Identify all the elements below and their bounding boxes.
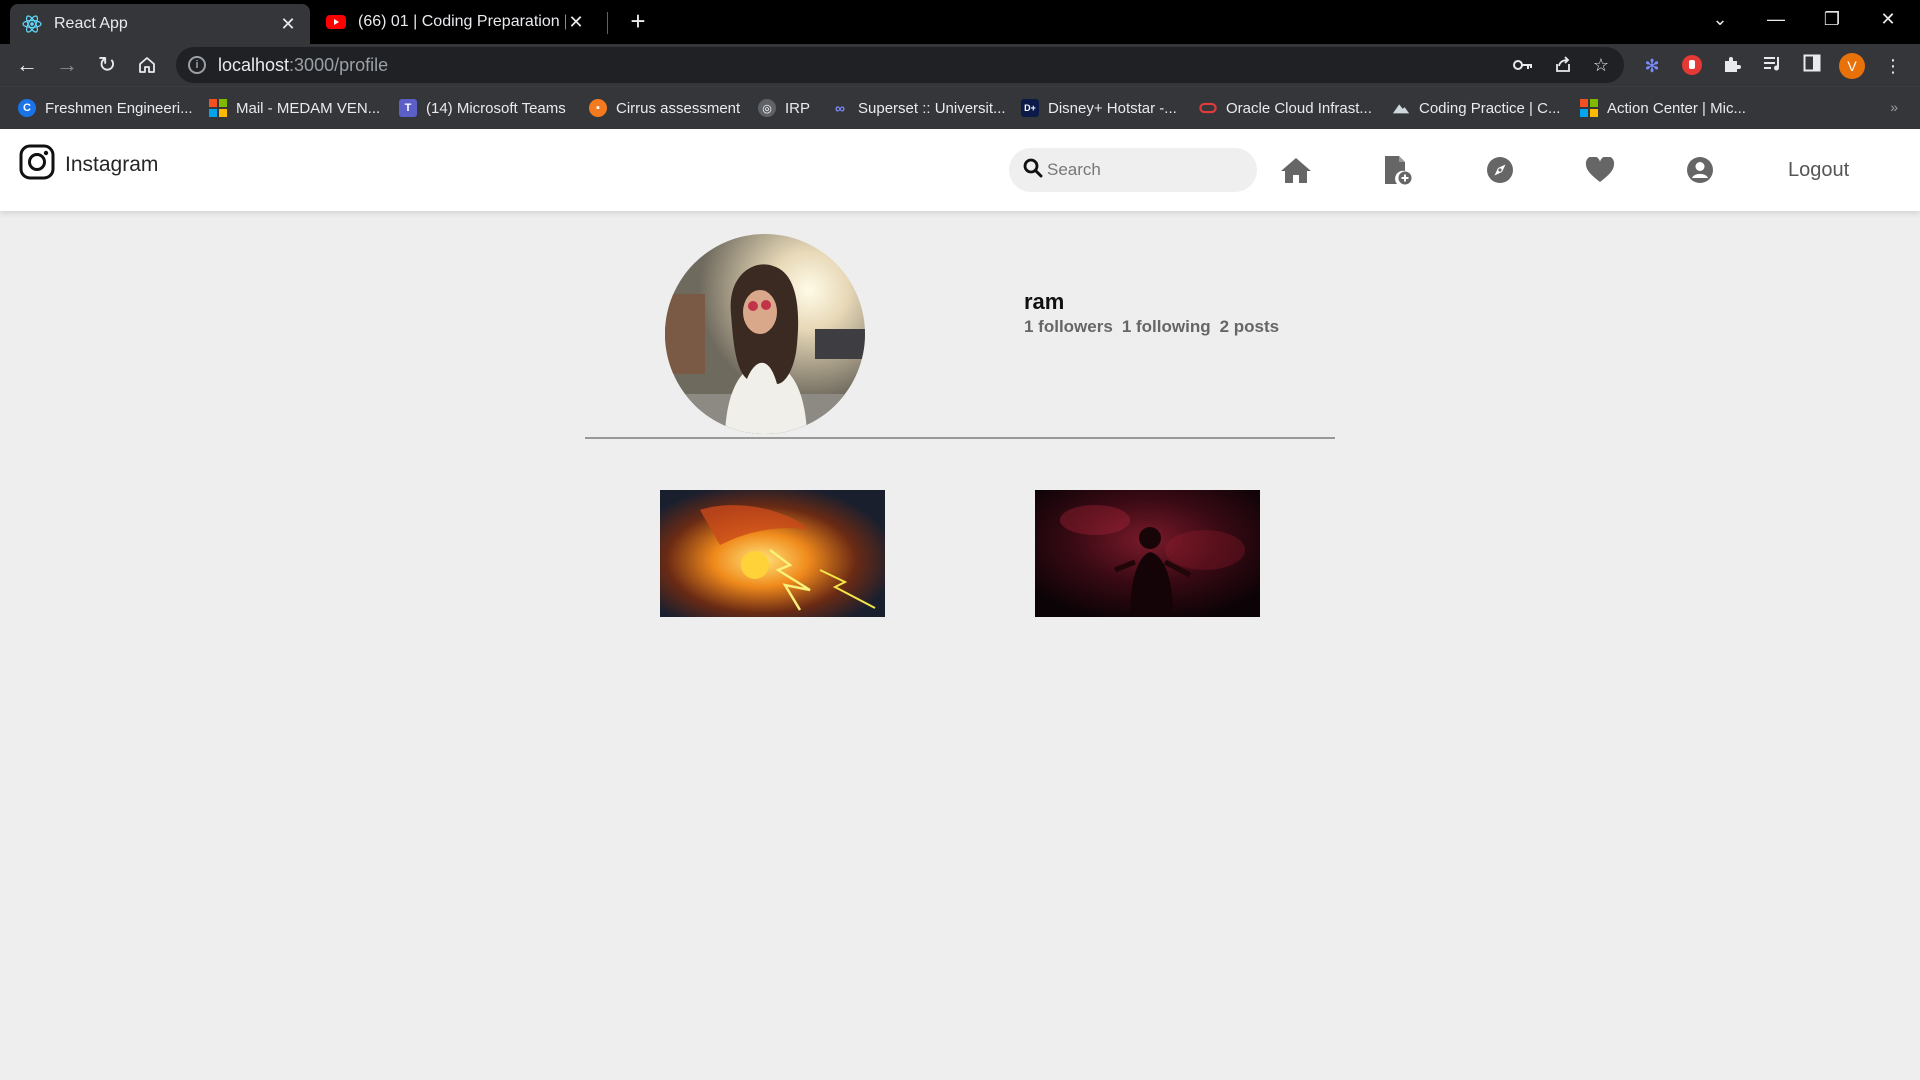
post-thumbnail-1[interactable] — [660, 490, 885, 617]
hotstar-icon: D+ — [1021, 99, 1039, 117]
extensions-puzzle-icon[interactable] — [1720, 54, 1744, 78]
bookmark-item[interactable]: ∞ Superset :: Universit... — [831, 97, 1006, 119]
oracle-icon — [1199, 99, 1217, 117]
bookmark-item[interactable]: C Freshmen Engineeri... — [18, 97, 193, 119]
superset-icon: ∞ — [835, 100, 845, 116]
irp-icon: ◎ — [758, 99, 776, 117]
password-key-icon[interactable] — [1512, 54, 1534, 76]
heart-icon[interactable] — [1582, 152, 1618, 188]
restore-icon[interactable]: ❐ — [1804, 0, 1860, 40]
c-logo-icon: C — [18, 99, 36, 117]
minimize-icon[interactable]: — — [1748, 0, 1804, 40]
instagram-app: Instagram Logout — [0, 129, 1920, 1080]
following-count[interactable]: 1 following — [1122, 317, 1211, 337]
bookmark-item[interactable]: T (14) Microsoft Teams — [399, 97, 566, 119]
search-box[interactable] — [1009, 148, 1257, 192]
react-logo-icon — [22, 14, 42, 34]
extension-adblock-icon[interactable] — [1680, 54, 1704, 78]
bookmark-item[interactable]: Oracle Cloud Infrast... — [1199, 97, 1372, 119]
bookmarks-overflow-icon[interactable]: » — [1890, 99, 1898, 115]
microsoft-logo-icon — [1580, 99, 1598, 117]
cirrus-icon: ▪ — [589, 99, 607, 117]
profile-divider — [585, 437, 1335, 439]
bookmark-star-icon[interactable]: ☆ — [1590, 54, 1612, 76]
home-browser-icon[interactable] — [132, 50, 162, 80]
browser-toolbar: ← → ↻ i localhost:3000/profile ☆ ✻ V ⋮ — [0, 44, 1920, 86]
post-thumbnail-2[interactable] — [1035, 490, 1260, 617]
profile-username: ram — [1024, 289, 1065, 314]
tab-youtube[interactable]: (66) 01 | Coding Preparation | Pre ✕ — [312, 4, 600, 40]
share-icon[interactable] — [1552, 54, 1574, 76]
tab-search-icon[interactable]: ⌄ — [1692, 0, 1748, 40]
brand-name: Instagram — [65, 152, 159, 176]
reload-icon[interactable]: ↻ — [92, 50, 122, 80]
browser-chrome: React App ✕ (66) 01 | Coding Preparation… — [0, 0, 1920, 129]
close-tab-icon[interactable]: ✕ — [278, 14, 298, 35]
microsoft-logo-icon — [209, 99, 227, 117]
tab-strip: React App ✕ (66) 01 | Coding Preparation… — [0, 0, 1920, 44]
tab-separator — [607, 12, 608, 34]
create-post-icon[interactable] — [1380, 152, 1416, 188]
address-bar[interactable]: i localhost:3000/profile ☆ — [176, 47, 1624, 83]
posts-count: 2 posts — [1219, 317, 1280, 336]
new-tab-button[interactable]: + — [622, 6, 654, 38]
site-info-icon[interactable]: i — [188, 56, 206, 74]
menu-kebab-icon[interactable]: ⋮ — [1881, 54, 1905, 78]
tab-title: (66) 01 | Coding Preparation | Pre — [358, 13, 566, 30]
close-window-icon[interactable]: ✕ — [1860, 0, 1916, 40]
close-tab-icon[interactable]: ✕ — [566, 12, 586, 33]
app-navbar: Instagram Logout — [0, 129, 1920, 211]
teams-icon: T — [399, 99, 417, 117]
bookmark-item[interactable]: Mail - MEDAM VEN... — [209, 97, 380, 119]
side-panel-icon[interactable] — [1800, 54, 1824, 78]
bookmark-item[interactable]: D+ Disney+ Hotstar -... — [1021, 97, 1177, 119]
profile-picture — [665, 234, 865, 434]
home-icon[interactable] — [1278, 152, 1314, 188]
bookmarks-bar: C Freshmen Engineeri... Mail - MEDAM VEN… — [0, 86, 1920, 129]
coding-practice-icon — [1392, 99, 1410, 117]
back-icon[interactable]: ← — [12, 50, 42, 80]
tab-title: React App — [54, 15, 128, 32]
explore-icon[interactable] — [1482, 152, 1518, 188]
profile-stats: 1 followers 1 following 2 posts — [1024, 317, 1288, 337]
url-text[interactable]: localhost:3000/profile — [218, 55, 388, 76]
bookmark-item[interactable]: ▪ Cirrus assessment — [589, 97, 740, 119]
extension-snowflake-icon[interactable]: ✻ — [1640, 54, 1664, 78]
media-queue-icon[interactable] — [1760, 54, 1784, 78]
brand-link[interactable]: Instagram — [19, 144, 158, 185]
followers-count[interactable]: 1 followers — [1024, 317, 1113, 337]
forward-icon[interactable]: → — [52, 50, 82, 80]
youtube-icon — [326, 12, 346, 32]
bookmark-item[interactable]: Action Center | Mic... — [1580, 97, 1746, 119]
tab-react-app[interactable]: React App ✕ — [10, 4, 310, 44]
instagram-logo-icon — [19, 144, 55, 185]
search-input[interactable] — [1047, 160, 1247, 180]
bookmark-item[interactable]: ◎ IRP — [758, 97, 810, 119]
profile-avatar[interactable]: V — [1839, 53, 1865, 79]
account-icon[interactable] — [1682, 152, 1718, 188]
search-icon — [1023, 158, 1043, 183]
logout-link[interactable]: Logout — [1788, 159, 1849, 182]
bookmark-item[interactable]: Coding Practice | C... — [1392, 97, 1560, 119]
